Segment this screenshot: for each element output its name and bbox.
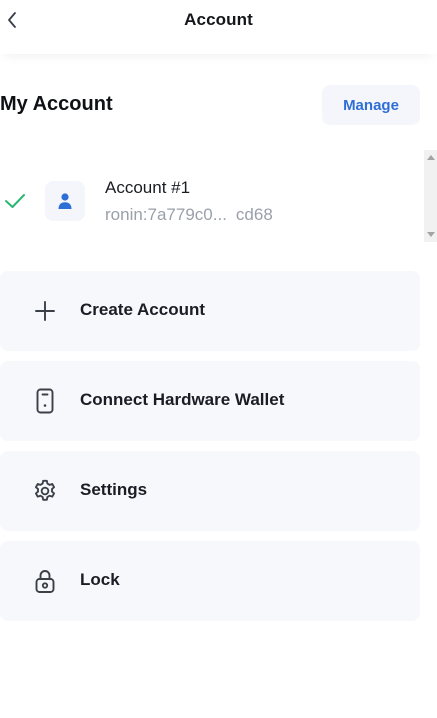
account-list: Account #1 ronin:7a779c0... cd68 <box>0 150 437 242</box>
my-account-heading: My Account <box>0 93 113 115</box>
hardware-wallet-icon <box>32 388 58 414</box>
manage-button[interactable]: Manage <box>322 85 420 125</box>
account-screen: Account My Account Manage Account #1 ron… <box>0 0 437 718</box>
address-start: ronin:7a779c0... <box>105 205 227 224</box>
account-name: Account #1 <box>105 178 191 197</box>
account-list-scrollbar[interactable] <box>424 150 437 242</box>
lock-button[interactable]: Lock <box>0 541 420 621</box>
check-icon <box>5 194 25 208</box>
settings-label: Settings <box>80 480 148 499</box>
create-account-button[interactable]: Create Account <box>0 271 420 351</box>
page-title: Account <box>184 10 253 29</box>
address-end: cd68 <box>235 205 273 224</box>
lock-icon <box>32 568 58 594</box>
scroll-thumb[interactable] <box>426 164 435 228</box>
gear-icon <box>32 478 58 504</box>
create-account-label: Create Account <box>80 300 206 319</box>
avatar <box>45 181 85 221</box>
settings-button[interactable]: Settings <box>0 451 420 531</box>
plus-icon <box>32 298 58 324</box>
user-icon <box>58 193 72 209</box>
top-bar: Account <box>0 0 437 54</box>
lock-label: Lock <box>80 570 120 589</box>
connect-hardware-wallet-button[interactable]: Connect Hardware Wallet <box>0 361 420 441</box>
scroll-up-arrow[interactable] <box>427 155 435 160</box>
account-address: ronin:7a779c0... cd68 <box>105 205 273 225</box>
scroll-down-arrow[interactable] <box>427 232 435 237</box>
connect-hardware-wallet-label: Connect Hardware Wallet <box>80 390 285 409</box>
account-item[interactable]: Account #1 ronin:7a779c0... cd68 <box>0 150 424 242</box>
